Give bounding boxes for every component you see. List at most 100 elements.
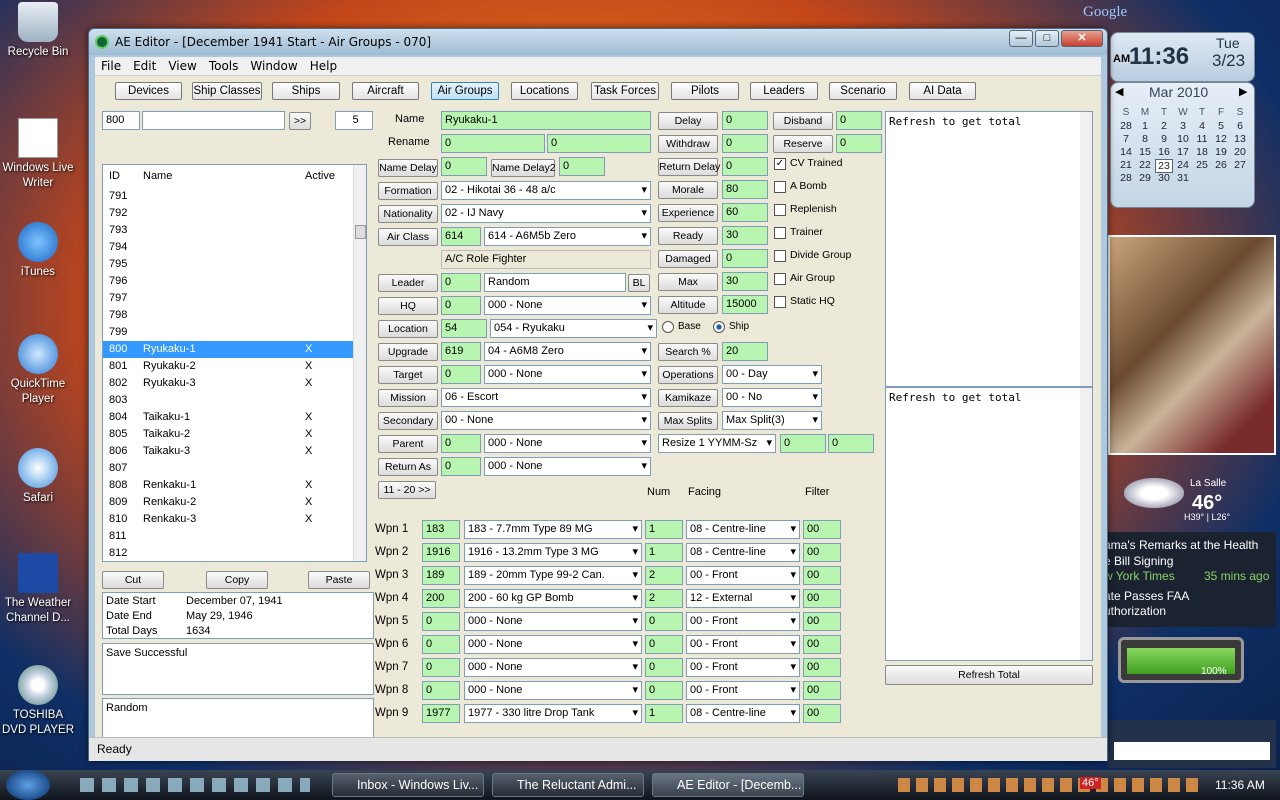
- air-class-dropdown[interactable]: 614 - A6M5b Zero: [484, 227, 651, 246]
- menu-view[interactable]: View: [162, 57, 202, 75]
- toolbar-devices[interactable]: Devices: [115, 82, 182, 100]
- search-go-button[interactable]: >>: [289, 112, 311, 130]
- toolbar-locations[interactable]: Locations: [511, 82, 578, 100]
- kamikaze-dropdown[interactable]: 00 - No: [722, 388, 822, 407]
- list-item[interactable]: 796: [103, 273, 353, 290]
- ready-button[interactable]: Ready: [658, 227, 718, 245]
- mission-dropdown[interactable]: 06 - Escort: [441, 388, 651, 407]
- secondary-dropdown[interactable]: 00 - None: [441, 411, 651, 430]
- list-item[interactable]: 798: [103, 307, 353, 324]
- reserve-button[interactable]: Reserve: [773, 135, 833, 153]
- quicktime-icon[interactable]: QuickTime Player: [2, 334, 74, 407]
- formation-button[interactable]: Formation: [378, 182, 438, 200]
- return-as-button[interactable]: Return As: [378, 458, 438, 476]
- hq-button[interactable]: HQ: [378, 297, 438, 315]
- reserve-field[interactable]: 0: [836, 134, 882, 153]
- toolbar-ship-classes[interactable]: Ship Classes: [192, 82, 262, 100]
- return-as-id-field[interactable]: 0: [441, 457, 481, 476]
- rename-field-2[interactable]: 0: [547, 134, 651, 153]
- list-item[interactable]: 800 Ryukaku-1 X: [103, 341, 353, 358]
- calendar-day[interactable]: 21: [1117, 159, 1135, 171]
- weapon-num-field[interactable]: 0: [645, 612, 683, 631]
- leader-button[interactable]: Leader: [378, 274, 438, 292]
- parent-button[interactable]: Parent: [378, 435, 438, 453]
- calendar-day[interactable]: 4: [1193, 120, 1211, 132]
- weapon-facing-dropdown[interactable]: 00 - Front: [686, 612, 800, 631]
- name-delay-field[interactable]: 0: [441, 157, 487, 176]
- morale-button[interactable]: Morale: [658, 181, 718, 199]
- cut-button[interactable]: Cut: [102, 571, 164, 589]
- weapon-device-dropdown[interactable]: 000 - None: [464, 658, 642, 677]
- calendar-day[interactable]: 26: [1212, 159, 1230, 171]
- calendar-day[interactable]: 28: [1117, 120, 1135, 132]
- name-delay-button[interactable]: Name Delay: [378, 159, 438, 177]
- upgrade-button[interactable]: Upgrade: [378, 343, 438, 361]
- weapon-id-field[interactable]: 200: [422, 589, 460, 608]
- target-dropdown[interactable]: 000 - None: [484, 365, 651, 384]
- weapon-filter-field[interactable]: 00: [803, 566, 841, 585]
- operations-dropdown[interactable]: 00 - Day: [722, 365, 822, 384]
- upgrade-id-field[interactable]: 619: [441, 342, 481, 361]
- toolbar-leaders[interactable]: Leaders: [750, 82, 818, 100]
- weapon-device-dropdown[interactable]: 1977 - 330 litre Drop Tank: [464, 704, 642, 723]
- calendar-day[interactable]: 23: [1155, 159, 1173, 173]
- list-item[interactable]: 804 Taikaku-1 X: [103, 409, 353, 426]
- air-class-id-field[interactable]: 614: [441, 227, 481, 246]
- menu-file[interactable]: File: [95, 57, 127, 75]
- weapon-facing-dropdown[interactable]: 00 - Front: [686, 658, 800, 677]
- resize-field-2[interactable]: 0: [828, 434, 874, 453]
- weapon-facing-dropdown[interactable]: 08 - Centre-line: [686, 704, 800, 723]
- calendar-day[interactable]: 24: [1174, 159, 1192, 171]
- calendar-day[interactable]: 13: [1231, 133, 1249, 145]
- recycle-bin-icon[interactable]: Recycle Bin: [2, 2, 74, 60]
- parent-id-field[interactable]: 0: [441, 434, 481, 453]
- checkbox-air-group[interactable]: [774, 273, 786, 285]
- search-pct-field[interactable]: 20: [722, 342, 768, 361]
- toshiba-dvd-icon[interactable]: TOSHIBA DVD PLAYER: [2, 665, 74, 738]
- secondary-button[interactable]: Secondary: [378, 412, 438, 430]
- list-item[interactable]: 812: [103, 545, 353, 561]
- calendar-day[interactable]: 5: [1212, 120, 1230, 132]
- disband-button[interactable]: Disband: [773, 112, 833, 130]
- list-header-active[interactable]: Active: [305, 170, 335, 182]
- weapon-filter-field[interactable]: 00: [803, 520, 841, 539]
- morale-field[interactable]: 80: [722, 180, 768, 199]
- upgrade-dropdown[interactable]: 04 - A6M8 Zero: [484, 342, 651, 361]
- operations-button[interactable]: Operations: [658, 366, 718, 384]
- weapon-device-dropdown[interactable]: 183 - 7.7mm Type 89 MG: [464, 520, 642, 539]
- title-bar[interactable]: AE Editor - [December 1941 Start - Air G…: [89, 29, 1107, 55]
- checkbox-static-hq[interactable]: [774, 296, 786, 308]
- location-button[interactable]: Location: [378, 320, 438, 338]
- calendar-day[interactable]: 2: [1155, 120, 1173, 132]
- calendar-day[interactable]: 11: [1193, 133, 1211, 145]
- news-headline-1[interactable]: ama's Remarks at the Health: [1104, 538, 1258, 552]
- calendar-day[interactable]: 7: [1117, 133, 1135, 145]
- news-headline-1b[interactable]: e Bill Signing: [1104, 554, 1173, 568]
- list-header-id[interactable]: ID: [109, 170, 120, 182]
- toolbar-pilots[interactable]: Pilots: [671, 82, 739, 100]
- experience-button[interactable]: Experience: [658, 204, 718, 222]
- itunes-icon[interactable]: iTunes: [2, 222, 74, 280]
- return-delay-button[interactable]: Return Delay: [658, 158, 720, 176]
- list-scroll-thumb[interactable]: [355, 225, 366, 239]
- list-item[interactable]: 809 Renkaku-2 X: [103, 494, 353, 511]
- list-item[interactable]: 803: [103, 392, 353, 409]
- toolbar-scenario[interactable]: Scenario: [829, 82, 897, 100]
- checkbox-replenish[interactable]: [774, 204, 786, 216]
- rename-field-1[interactable]: 0: [441, 134, 545, 153]
- calendar-day[interactable]: 25: [1193, 159, 1211, 171]
- calendar-day[interactable]: 1: [1136, 120, 1154, 132]
- max-splits-button[interactable]: Max Splits: [658, 412, 718, 430]
- base-radio[interactable]: [662, 321, 674, 333]
- menu-edit[interactable]: Edit: [127, 57, 162, 75]
- target-button[interactable]: Target: [378, 366, 438, 384]
- withdraw-field[interactable]: 0: [722, 134, 768, 153]
- weapon-facing-dropdown[interactable]: 08 - Centre-line: [686, 520, 800, 539]
- start-button[interactable]: [6, 770, 50, 800]
- weapon-num-field[interactable]: 1: [645, 520, 683, 539]
- weapon-facing-dropdown[interactable]: 12 - External: [686, 589, 800, 608]
- calendar-day[interactable]: 31: [1174, 172, 1192, 184]
- calendar-day[interactable]: 28: [1117, 172, 1135, 184]
- calendar-day[interactable]: 3: [1174, 120, 1192, 132]
- kamikaze-button[interactable]: Kamikaze: [658, 389, 718, 407]
